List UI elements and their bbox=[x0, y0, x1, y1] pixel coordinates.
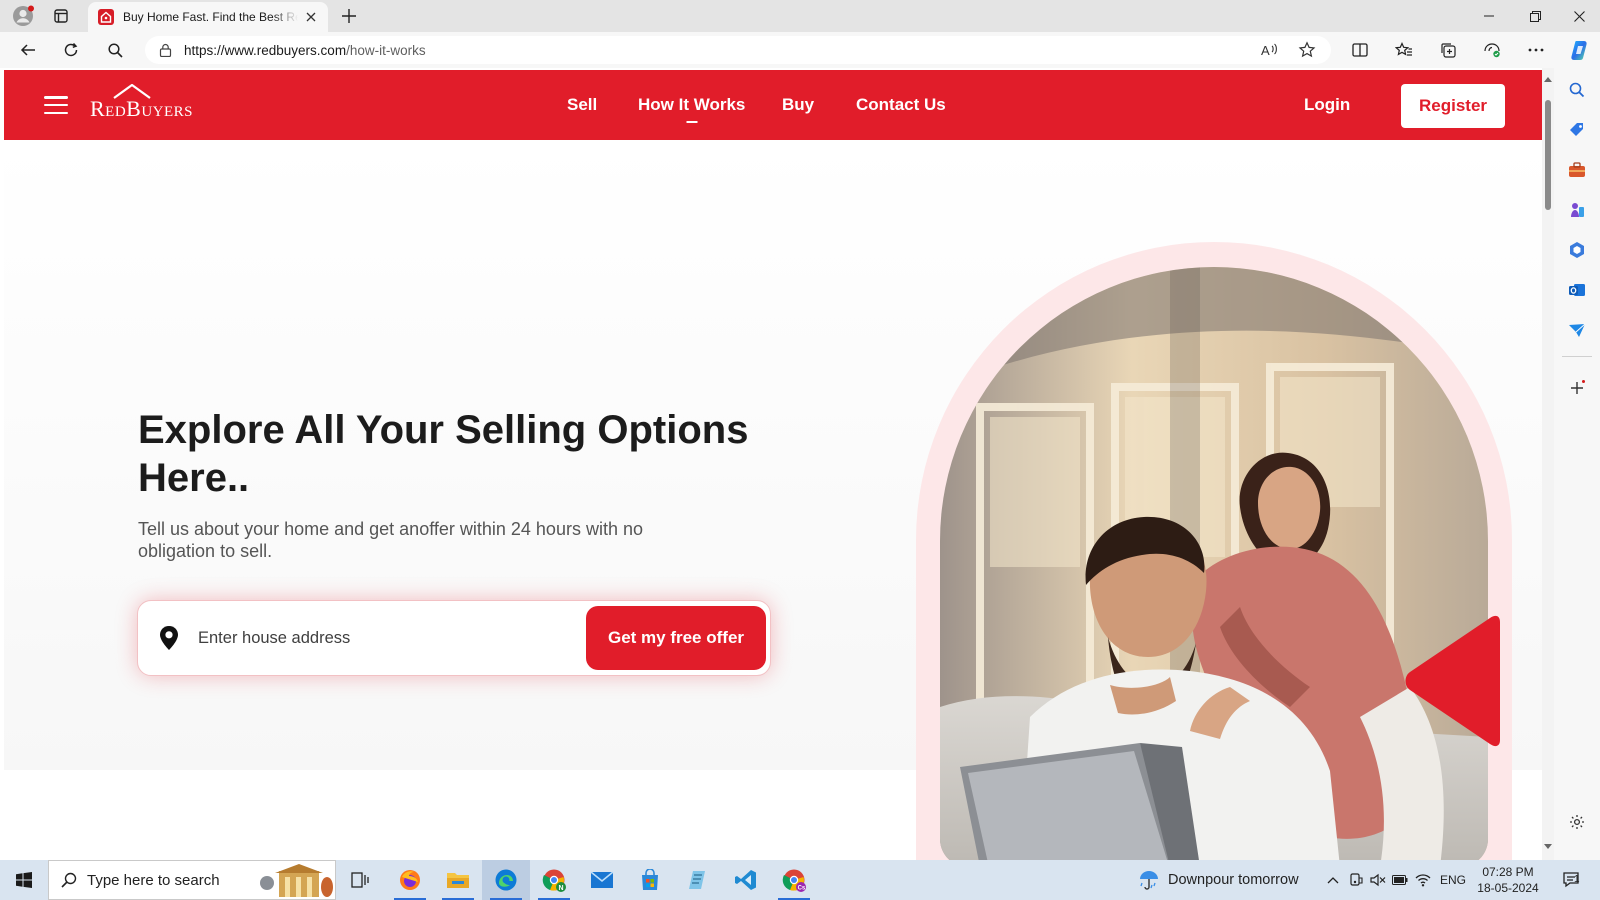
task-view-icon[interactable] bbox=[336, 860, 384, 900]
hero-section: Explore All Your Selling Options Here.. … bbox=[4, 140, 1542, 860]
outlook-icon[interactable] bbox=[1563, 276, 1591, 304]
get-free-offer-button[interactable]: Get my free offer bbox=[586, 606, 766, 670]
scroll-up-arrow-icon[interactable] bbox=[1544, 76, 1552, 84]
address-bar[interactable]: https://www.redbuyers.com/how-it-works A bbox=[145, 36, 1331, 64]
browser-tab[interactable]: Buy Home Fast. Find the Best Real Estate… bbox=[88, 2, 328, 32]
microsoft-365-icon[interactable] bbox=[1563, 236, 1591, 264]
weather-text: Downpour tomorrow bbox=[1168, 872, 1299, 888]
profile-icon[interactable] bbox=[8, 0, 38, 32]
nav-contact-us[interactable]: Contact Us bbox=[856, 95, 946, 115]
scroll-down-arrow-icon[interactable] bbox=[1544, 844, 1552, 852]
mail-icon[interactable] bbox=[578, 860, 626, 900]
volume-muted-icon[interactable] bbox=[1368, 860, 1388, 900]
close-window-icon[interactable] bbox=[1556, 0, 1600, 32]
notification-count: 1 bbox=[1574, 874, 1580, 885]
hero-headline: Explore All Your Selling Options Here.. bbox=[138, 408, 749, 500]
clock-time: 07:28 PM bbox=[1482, 865, 1534, 879]
search-highlight-illustration bbox=[257, 863, 333, 899]
clock-date: 18-05-2024 bbox=[1477, 881, 1539, 895]
login-link[interactable]: Login bbox=[1304, 95, 1350, 115]
chrome-profile-n-icon[interactable]: N bbox=[530, 860, 578, 900]
lock-icon[interactable] bbox=[159, 43, 172, 57]
battery-icon[interactable] bbox=[1390, 860, 1410, 900]
minimize-icon[interactable] bbox=[1466, 0, 1512, 32]
taskbar-search-placeholder: Type here to search bbox=[87, 871, 220, 889]
url-text[interactable]: https://www.redbuyers.com/how-it-works bbox=[184, 43, 426, 58]
microsoft-store-icon[interactable] bbox=[626, 860, 674, 900]
svg-text:N: N bbox=[559, 885, 564, 892]
taskbar-clock[interactable]: 07:28 PM 18-05-2024 bbox=[1472, 864, 1544, 896]
site-navbar: RedBuyers Sell How It Works Buy Contact … bbox=[4, 70, 1542, 140]
close-tab-icon[interactable] bbox=[302, 8, 320, 26]
taskbar-search-icon bbox=[61, 872, 77, 888]
tab-title: Buy Home Fast. Find the Best Real Estate… bbox=[123, 10, 298, 24]
nav-how-it-works[interactable]: How It Works bbox=[638, 95, 745, 115]
shopping-tag-icon[interactable] bbox=[1563, 116, 1591, 144]
windows-taskbar: Type here to search N Cs Downpour tomorr… bbox=[0, 860, 1600, 900]
weather-widget[interactable]: Downpour tomorrow bbox=[1138, 860, 1299, 900]
split-screen-icon[interactable] bbox=[1345, 36, 1375, 64]
logo-text: RedBuyers bbox=[90, 96, 194, 121]
browser-title-bar: Buy Home Fast. Find the Best Real Estate… bbox=[0, 0, 1600, 32]
edge-taskbar-icon[interactable] bbox=[482, 860, 530, 900]
hamburger-menu-icon[interactable] bbox=[44, 93, 68, 117]
new-tab-icon[interactable] bbox=[334, 0, 364, 32]
edge-sidebar bbox=[1554, 68, 1600, 860]
redbuyers-favicon-icon bbox=[98, 9, 114, 25]
svg-text:Cs: Cs bbox=[798, 886, 806, 892]
notification-center-icon[interactable]: 1 bbox=[1552, 860, 1592, 900]
favorites-icon[interactable] bbox=[1389, 36, 1419, 64]
windows-start-icon[interactable] bbox=[0, 860, 48, 900]
rain-umbrella-icon bbox=[1138, 869, 1160, 891]
read-aloud-icon[interactable]: A bbox=[1261, 42, 1279, 58]
redbuyers-logo[interactable]: RedBuyers bbox=[90, 84, 206, 126]
tab-actions-icon[interactable] bbox=[46, 0, 76, 32]
hero-subtext: Tell us about your home and get anoffer … bbox=[138, 519, 643, 561]
back-icon[interactable] bbox=[13, 36, 43, 64]
location-pin-icon bbox=[158, 625, 180, 651]
house-address-input[interactable] bbox=[198, 623, 568, 653]
sidebar-divider bbox=[1562, 356, 1592, 357]
meet-now-icon[interactable] bbox=[1346, 860, 1366, 900]
input-language[interactable]: ENG bbox=[1436, 860, 1470, 900]
file-explorer-icon[interactable] bbox=[434, 860, 482, 900]
notepad-icon[interactable] bbox=[674, 860, 722, 900]
register-button[interactable]: Register bbox=[1401, 84, 1505, 128]
svg-text:A: A bbox=[1261, 43, 1270, 58]
games-chess-icon[interactable] bbox=[1563, 196, 1591, 224]
nav-sell[interactable]: Sell bbox=[567, 95, 597, 115]
restore-icon[interactable] bbox=[1512, 0, 1558, 32]
browser-essentials-icon[interactable] bbox=[1477, 36, 1507, 64]
address-search-box: Get my free offer bbox=[137, 600, 771, 676]
sidebar-settings-gear-icon[interactable] bbox=[1563, 808, 1591, 836]
tools-briefcase-icon[interactable] bbox=[1563, 156, 1591, 184]
wifi-icon[interactable] bbox=[1412, 860, 1434, 900]
refresh-icon[interactable] bbox=[56, 36, 86, 64]
send-drop-icon[interactable] bbox=[1563, 316, 1591, 344]
show-hidden-icons-chevron-icon[interactable] bbox=[1322, 860, 1344, 900]
nav-buy[interactable]: Buy bbox=[782, 95, 814, 115]
taskbar-search-box[interactable]: Type here to search bbox=[48, 860, 336, 900]
collections-icon[interactable] bbox=[1433, 36, 1463, 64]
hero-photo-couple-with-laptop bbox=[940, 267, 1488, 860]
scrollbar-thumb[interactable] bbox=[1545, 100, 1551, 210]
page-viewport: Explore All Your Selling Options Here.. … bbox=[4, 68, 1542, 860]
sidebar-add-icon[interactable] bbox=[1563, 374, 1591, 402]
copilot-icon[interactable] bbox=[1565, 36, 1595, 64]
page-scrollbar[interactable] bbox=[1542, 68, 1554, 860]
chrome-profile-cs-icon[interactable]: Cs bbox=[770, 860, 818, 900]
search-icon[interactable] bbox=[100, 36, 130, 64]
play-video-triangle-icon[interactable] bbox=[1404, 614, 1504, 748]
browser-toolbar: https://www.redbuyers.com/how-it-works A bbox=[0, 32, 1600, 68]
vscode-icon[interactable] bbox=[722, 860, 770, 900]
firefox-icon[interactable] bbox=[386, 860, 434, 900]
favorite-star-icon[interactable] bbox=[1298, 41, 1316, 59]
sidebar-search-icon[interactable] bbox=[1563, 76, 1591, 104]
more-options-icon[interactable] bbox=[1521, 36, 1551, 64]
